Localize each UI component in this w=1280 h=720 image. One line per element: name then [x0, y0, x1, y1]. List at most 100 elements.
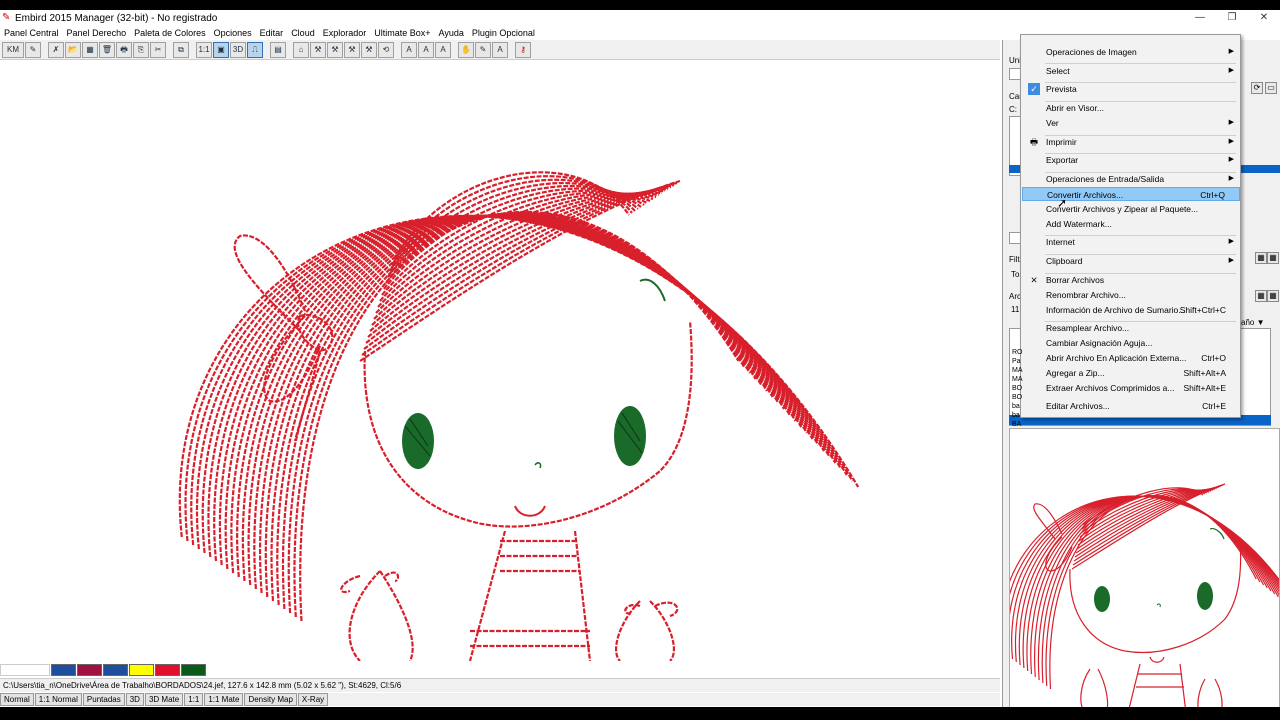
menu-plugin-opcional[interactable]: Plugin Opcional [468, 28, 539, 38]
menu-panel-central[interactable]: Panel Central [0, 28, 63, 38]
toolbar-button-icon[interactable]: ⚒ [327, 41, 343, 58]
toolbar-button-icon[interactable]: ⟲ [378, 41, 394, 58]
menu-ultimate-box[interactable]: Ultimate Box+ [370, 28, 434, 38]
minimize-button[interactable]: — [1184, 10, 1216, 26]
color-swatch[interactable] [181, 664, 206, 676]
color-swatch[interactable] [0, 664, 50, 676]
toolbar-button-icon[interactable]: 🖶 [116, 41, 132, 58]
toolbar-button-icon[interactable]: ✂ [150, 41, 166, 58]
context-menu-item[interactable]: Abrir en Visor... [1022, 101, 1240, 115]
file-list-item[interactable]: ba [1012, 412, 1020, 419]
view-tab[interactable]: Normal [0, 693, 34, 706]
file-list-item[interactable]: ba [1012, 403, 1020, 410]
context-menu-item[interactable]: Ver ▶ [1022, 116, 1240, 130]
view-tab[interactable]: X-Ray [297, 693, 329, 706]
context-menu-item[interactable]: Operaciones de Entrada/Salida ▶ [1022, 172, 1240, 186]
view-tab[interactable]: 3D [125, 693, 144, 706]
thumb-view-icon[interactable]: ▦ [1255, 290, 1267, 302]
view-tab[interactable]: 1:1 Normal [34, 693, 82, 706]
context-menu-item[interactable]: Internet ▶ [1022, 235, 1240, 249]
toolbar-button-icon[interactable]: ▣ [213, 41, 229, 58]
context-menu-item[interactable]: ✓ Prevista [1022, 82, 1240, 96]
toolbar-button-icon[interactable]: ✋ [458, 41, 474, 58]
toolbar-button-icon[interactable]: A [492, 41, 508, 58]
file-list-item[interactable]: BO [1012, 394, 1022, 401]
toolbar-button-icon[interactable]: A [435, 41, 451, 58]
hair-stitch-line [287, 211, 751, 614]
view-tab[interactable]: Puntadas [82, 693, 125, 706]
file-list-item[interactable]: 24 [1012, 430, 1020, 437]
toolbar-button-icon[interactable]: 3D [230, 41, 246, 58]
toolbar-button-icon[interactable]: A [401, 41, 417, 58]
size-column-header[interactable]: año ▼ [1241, 318, 1265, 327]
file-list-item[interactable]: Pa [1012, 358, 1021, 365]
toolbar-button-icon[interactable]: ✎ [475, 41, 491, 58]
menu-explorador[interactable]: Explorador [319, 28, 371, 38]
context-menu-item[interactable]: Abrir Archivo En Aplicación Externa... Ct… [1022, 351, 1240, 365]
toolbar-button-icon[interactable]: ✗ [48, 41, 64, 58]
file-list-item[interactable]: BA [1012, 421, 1021, 428]
menu-panel-derecho[interactable]: Panel Derecho [63, 28, 131, 38]
view-tab[interactable]: 3D Mate [144, 693, 184, 706]
context-menu-item[interactable]: Exportar ▶ [1022, 153, 1240, 167]
toolbar-button-icon[interactable]: 📂 [65, 41, 81, 58]
toolbar-button-icon[interactable]: ⚒ [344, 41, 360, 58]
context-menu-item[interactable]: ✕ Borrar Archivos [1022, 273, 1240, 287]
file-list-item[interactable]: BO [1012, 385, 1022, 392]
list-view-icon[interactable]: ▦ [1267, 252, 1279, 264]
folder-icon[interactable]: ▭ [1265, 82, 1277, 94]
view-tab[interactable]: 1:1 Mate [204, 693, 244, 706]
context-menu-item[interactable]: Clipboard ▶ [1022, 254, 1240, 268]
file-list-item[interactable]: RO [1012, 349, 1023, 356]
toolbar-button-icon[interactable]: ⎘ [133, 41, 149, 58]
context-menu-item[interactable]: Renombrar Archivo... [1022, 288, 1240, 302]
file-list-item[interactable]: MA [1012, 376, 1023, 383]
menu-editar[interactable]: Editar [256, 28, 288, 38]
toolbar-button-icon[interactable]: ▦ [82, 41, 98, 58]
refresh-icon[interactable]: ⟳ [1251, 82, 1263, 94]
design-canvas[interactable] [0, 61, 1000, 661]
view-tab[interactable]: Density Map [244, 693, 297, 706]
toolbar-button-icon[interactable]: A [418, 41, 434, 58]
context-menu-item[interactable]: Agregar a Zip... Shift+Alt+A [1022, 366, 1240, 380]
close-button[interactable]: ✕ [1248, 10, 1280, 26]
file-list-item[interactable]: MA [1012, 367, 1023, 374]
color-swatch[interactable] [155, 664, 180, 676]
context-menu-item[interactable]: Cambiar Asignación Aguja... [1022, 336, 1240, 350]
context-menu-item[interactable]: Editar Archivos... Ctrl+E [1022, 399, 1240, 413]
submenu-arrow-icon: ▶ [1228, 67, 1234, 74]
toolbar-button-icon[interactable]: KM [2, 41, 24, 58]
grid-view-icon[interactable]: ▦ [1255, 252, 1267, 264]
toolbar-button-icon[interactable]: ⚒ [361, 41, 377, 58]
context-menu-item[interactable]: Add Watermark... [1022, 217, 1240, 231]
toolbar-button-icon[interactable]: 1:1 [196, 41, 212, 58]
toolbar-button-icon[interactable]: ⧉ [173, 41, 189, 58]
context-menu-item[interactable]: Información de Archivo de Sumario... Shif… [1022, 303, 1240, 317]
toolbar-button-icon[interactable]: 🗑 [99, 41, 115, 58]
toolbar-button-icon[interactable]: ▤ [270, 41, 286, 58]
toolbar-button-icon[interactable]: ⎍ [247, 41, 263, 58]
toolbar-button-icon[interactable]: ⚒ [310, 41, 326, 58]
menu-cloud[interactable]: Cloud [287, 28, 319, 38]
color-swatch[interactable] [77, 664, 102, 676]
context-menu-item[interactable]: Select ▶ [1022, 64, 1240, 78]
menu-ayuda[interactable]: Ayuda [435, 28, 468, 38]
color-swatch[interactable] [51, 664, 76, 676]
detail-view-icon[interactable]: ▦ [1267, 290, 1279, 302]
context-menu-item[interactable]: Convertir Archivos y Zipear al Paquete..… [1022, 202, 1240, 216]
toolbar-button-icon[interactable]: ⚷ [515, 41, 531, 58]
context-menu-item[interactable]: 🖶 Imprimir ▶ [1022, 135, 1240, 149]
color-swatch[interactable] [103, 664, 128, 676]
hair-stitch-line [184, 214, 854, 542]
context-menu-item[interactable]: Convertir Archivos... Ctrl+Q [1022, 187, 1240, 201]
toolbar-button-icon[interactable]: ✎ [25, 41, 41, 58]
toolbar-button-icon[interactable]: ⌂ [293, 41, 309, 58]
menu-paleta-colores[interactable]: Paleta de Colores [130, 28, 210, 38]
maximize-button[interactable]: ❐ [1216, 10, 1248, 26]
context-menu-item[interactable]: Extraer Archivos Comprimidos a... Shift+A… [1022, 381, 1240, 395]
color-swatch[interactable] [129, 664, 154, 676]
context-menu-item[interactable]: Operaciones de Imagen ▶ [1022, 45, 1240, 59]
view-tab[interactable]: 1:1 [184, 693, 204, 706]
menu-opciones[interactable]: Opciones [210, 28, 256, 38]
context-menu-item[interactable]: Resamplear Archivo... [1022, 321, 1240, 335]
